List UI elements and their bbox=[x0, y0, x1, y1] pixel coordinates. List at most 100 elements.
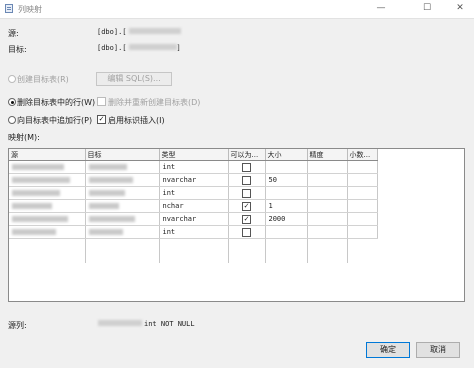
empty-row bbox=[9, 251, 377, 263]
nullable-checkbox[interactable]: ✓ bbox=[242, 214, 251, 224]
title-bar: 列映射 — ☐ ✕ bbox=[0, 0, 474, 19]
nullable-cell[interactable]: ✓ bbox=[228, 199, 266, 213]
precision-cell[interactable] bbox=[307, 173, 348, 187]
cancel-button[interactable]: 取消 bbox=[416, 342, 460, 358]
target-label: 目标: bbox=[8, 45, 27, 54]
type-cell[interactable]: int bbox=[159, 225, 229, 239]
scale-cell[interactable] bbox=[347, 186, 378, 200]
table-row[interactable]: nvarchar 50 bbox=[9, 173, 378, 187]
redacted-text bbox=[88, 203, 119, 209]
size-cell[interactable]: 50 bbox=[265, 173, 308, 187]
type-cell[interactable]: nvarchar bbox=[159, 212, 229, 226]
target-cell[interactable] bbox=[85, 199, 160, 213]
delete-rows-label: 删除目标表中的行(W) bbox=[17, 98, 96, 107]
close-button[interactable]: ✕ bbox=[447, 1, 473, 16]
redacted-text bbox=[12, 177, 70, 183]
drop-recreate-checkbox[interactable] bbox=[97, 97, 106, 106]
empty-cell bbox=[159, 238, 229, 251]
table-row[interactable]: nchar ✓ 1 bbox=[9, 199, 378, 213]
nullable-checkbox[interactable] bbox=[242, 227, 251, 237]
target-cell[interactable] bbox=[85, 160, 160, 174]
scale-cell[interactable] bbox=[347, 199, 378, 213]
redacted-text bbox=[12, 203, 52, 209]
edit-sql-button[interactable]: 编辑 SQL(S)... bbox=[96, 72, 172, 86]
redacted-text bbox=[88, 177, 133, 183]
nullable-cell[interactable] bbox=[228, 173, 266, 187]
size-cell[interactable] bbox=[265, 225, 308, 239]
source-column-label: 源列: bbox=[8, 321, 27, 330]
source-table-prefix: [dbo].[ bbox=[97, 28, 127, 36]
nullable-cell[interactable] bbox=[228, 225, 266, 239]
size-cell[interactable] bbox=[265, 160, 308, 174]
create-table-radio[interactable] bbox=[8, 75, 16, 83]
nullable-checkbox[interactable]: ✓ bbox=[242, 201, 251, 211]
mapping-grid[interactable]: 源 目标 类型 可以为... 大小 精度 小数... int nvarchar 50… bbox=[8, 148, 465, 302]
column-header-size[interactable]: 大小 bbox=[265, 149, 308, 161]
type-cell[interactable]: nchar bbox=[159, 199, 229, 213]
table-row[interactable]: int bbox=[9, 160, 378, 174]
redacted-text bbox=[12, 229, 56, 235]
ok-button[interactable]: 确定 bbox=[366, 342, 410, 358]
nullable-checkbox[interactable] bbox=[242, 175, 251, 185]
redacted-text bbox=[88, 216, 135, 222]
precision-cell[interactable] bbox=[307, 212, 348, 226]
type-cell[interactable]: nvarchar bbox=[159, 173, 229, 187]
column-header-precision[interactable]: 精度 bbox=[307, 149, 348, 161]
type-cell[interactable]: int bbox=[159, 186, 229, 200]
nullable-checkbox[interactable] bbox=[242, 188, 251, 198]
redacted-text bbox=[12, 216, 68, 222]
size-cell[interactable] bbox=[265, 186, 308, 200]
window-title: 列映射 bbox=[18, 5, 42, 14]
column-header-target[interactable]: 目标 bbox=[85, 149, 160, 161]
table-row[interactable]: int bbox=[9, 225, 378, 239]
scale-cell[interactable] bbox=[347, 160, 378, 174]
source-cell[interactable] bbox=[9, 160, 86, 174]
target-close-bracket: ] bbox=[176, 44, 181, 52]
nullable-cell[interactable] bbox=[228, 160, 266, 174]
empty-cell bbox=[265, 238, 308, 251]
mappings-label: 映射(M): bbox=[8, 133, 40, 142]
nullable-cell[interactable]: ✓ bbox=[228, 212, 266, 226]
header-row: 源 目标 类型 可以为... 大小 精度 小数... bbox=[9, 149, 378, 161]
column-header-nullable[interactable]: 可以为... bbox=[228, 149, 266, 161]
precision-cell[interactable] bbox=[307, 199, 348, 213]
source-cell[interactable] bbox=[9, 225, 86, 239]
target-cell[interactable] bbox=[85, 186, 160, 200]
scale-cell[interactable] bbox=[347, 212, 378, 226]
precision-cell[interactable] bbox=[307, 160, 348, 174]
size-cell[interactable]: 1 bbox=[265, 199, 308, 213]
precision-cell[interactable] bbox=[307, 225, 348, 239]
empty-cell bbox=[85, 251, 160, 263]
redacted-text bbox=[88, 190, 125, 196]
precision-cell[interactable] bbox=[307, 186, 348, 200]
source-column-value: int NOT NULL bbox=[98, 320, 195, 328]
empty-cell bbox=[85, 238, 160, 251]
target-cell[interactable] bbox=[85, 225, 160, 239]
append-rows-radio[interactable] bbox=[8, 116, 16, 124]
target-cell[interactable] bbox=[85, 173, 160, 187]
source-cell[interactable] bbox=[9, 212, 86, 226]
maximize-button[interactable]: ☐ bbox=[414, 1, 440, 16]
source-label: 源: bbox=[8, 29, 19, 38]
identity-insert-checkbox[interactable]: ✓ bbox=[97, 115, 106, 124]
nullable-checkbox[interactable] bbox=[242, 162, 251, 172]
nullable-cell[interactable] bbox=[228, 186, 266, 200]
source-cell[interactable] bbox=[9, 186, 86, 200]
column-header-source[interactable]: 源 bbox=[9, 149, 86, 161]
source-cell[interactable] bbox=[9, 173, 86, 187]
column-header-scale[interactable]: 小数... bbox=[347, 149, 378, 161]
redacted-text bbox=[12, 190, 60, 196]
empty-cell bbox=[9, 238, 86, 251]
type-cell[interactable]: int bbox=[159, 160, 229, 174]
scale-cell[interactable] bbox=[347, 173, 378, 187]
delete-rows-radio[interactable] bbox=[8, 98, 16, 106]
table-row[interactable]: int bbox=[9, 186, 378, 200]
target-cell[interactable] bbox=[85, 212, 160, 226]
column-header-type[interactable]: 类型 bbox=[159, 149, 229, 161]
minimize-button[interactable]: — bbox=[368, 1, 394, 16]
source-cell[interactable] bbox=[9, 199, 86, 213]
table-row[interactable]: nvarchar ✓ 2000 bbox=[9, 212, 378, 226]
scale-cell[interactable] bbox=[347, 225, 378, 239]
drop-recreate-label: 删除并重新创建目标表(D) bbox=[108, 98, 201, 107]
size-cell[interactable]: 2000 bbox=[265, 212, 308, 226]
